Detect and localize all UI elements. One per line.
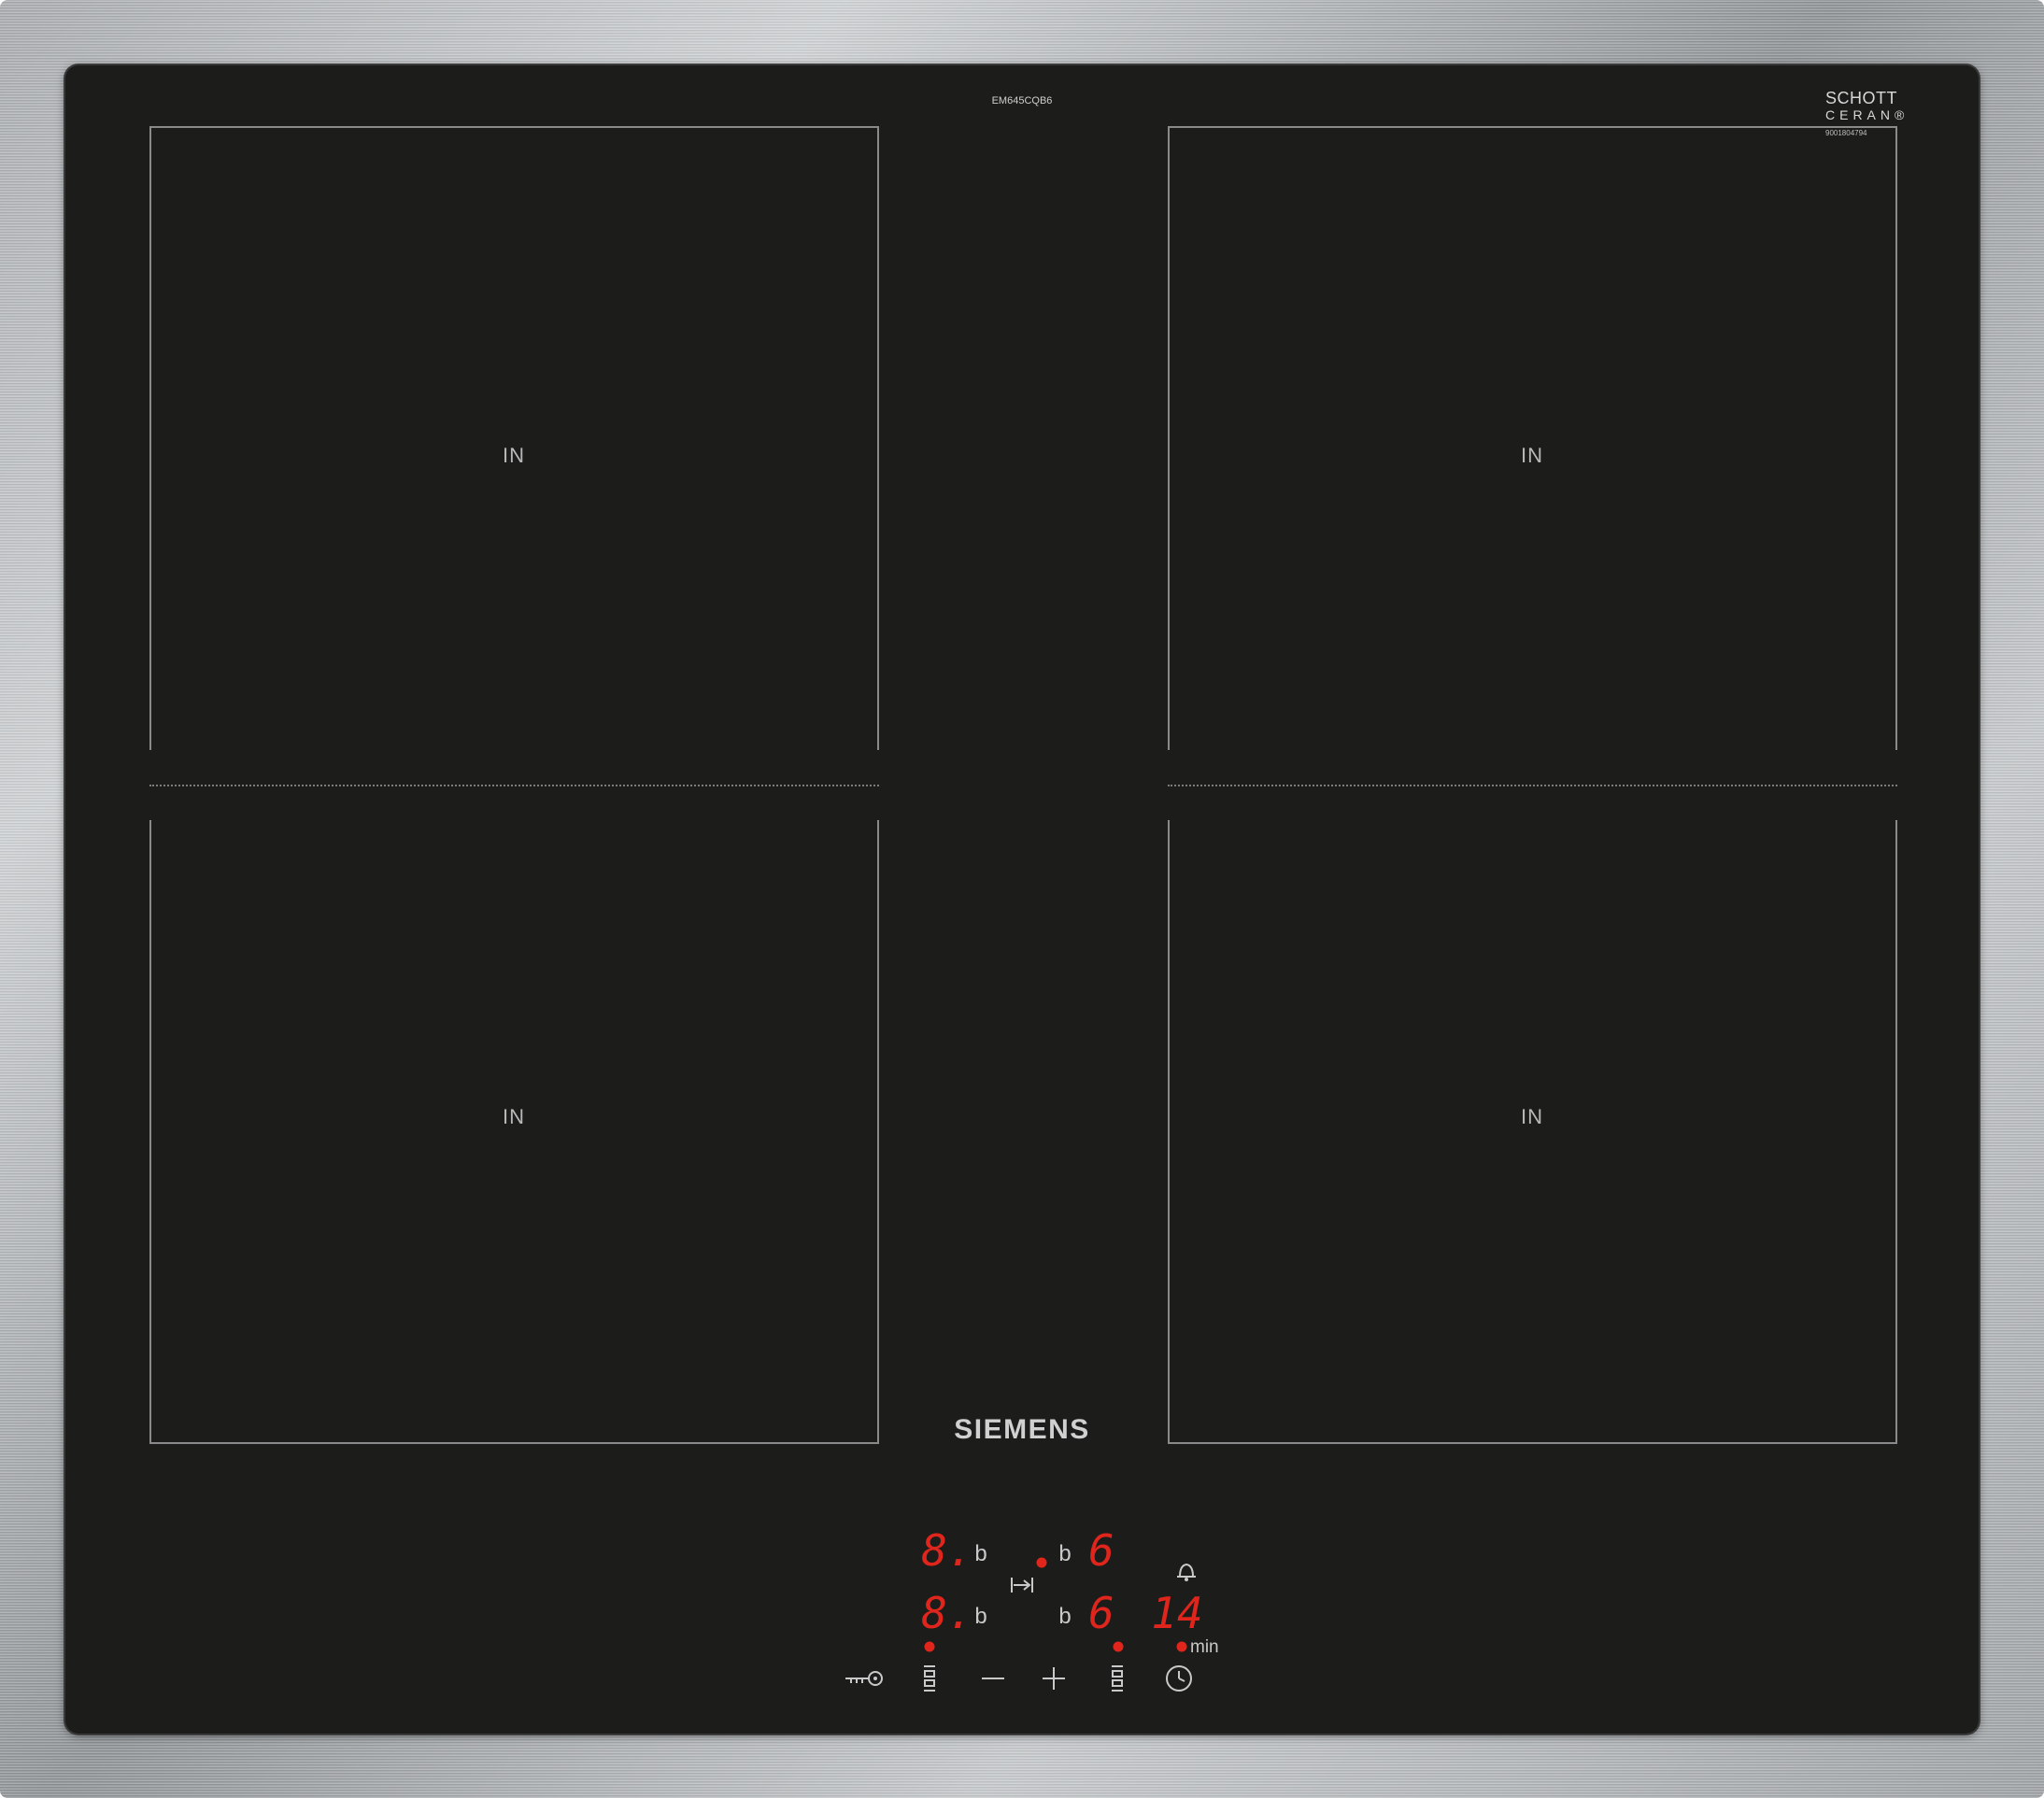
flex-zone-divider-right <box>1168 785 1897 786</box>
zone-label-front-right: IN <box>1521 1105 1543 1128</box>
stainless-steel-frame: EM645CQB6 SCHOTT CERAN® 9001804794 IN IN… <box>0 0 2044 1798</box>
zone-label-front-left: IN <box>503 1105 525 1128</box>
zone-select-left-icon[interactable] <box>922 1664 937 1692</box>
schott-logo-line2: CERAN® <box>1825 107 1909 122</box>
left-rear-power-display: 8. <box>921 1525 973 1576</box>
flex-zone-led <box>1036 1557 1047 1568</box>
ceramic-glass-cooktop: EM645CQB6 SCHOTT CERAN® 9001804794 IN IN… <box>65 65 1979 1734</box>
left-select-led <box>924 1641 935 1652</box>
right-front-power-display: 6 <box>1088 1588 1114 1638</box>
right-rear-boost-indicator: b <box>1058 1541 1072 1566</box>
brand-logo: SIEMENS <box>954 1414 1090 1445</box>
right-front-boost-indicator: b <box>1058 1604 1072 1629</box>
timer-display: 14 <box>1151 1588 1203 1638</box>
flex-zone-divider-left <box>149 785 879 786</box>
plus-icon[interactable] <box>1041 1665 1067 1692</box>
zone-label-rear-right: IN <box>1521 444 1543 467</box>
timer-clock-icon[interactable] <box>1164 1664 1194 1693</box>
timer-unit-label: min <box>1190 1637 1219 1657</box>
left-rear-boost-indicator: b <box>974 1541 987 1566</box>
right-select-led <box>1113 1641 1124 1652</box>
zone-label-rear-left: IN <box>503 444 525 467</box>
left-front-boost-indicator: b <box>974 1604 987 1629</box>
right-rear-power-display: 6 <box>1088 1525 1114 1576</box>
zone-select-right-icon[interactable] <box>1110 1664 1125 1692</box>
model-number: EM645CQB6 <box>991 95 1053 106</box>
cooking-zone-front-right[interactable] <box>1168 820 1897 1444</box>
cooking-zone-rear-right[interactable] <box>1168 126 1897 750</box>
cooking-zone-front-left[interactable] <box>149 820 879 1444</box>
key-lock-icon[interactable] <box>844 1667 887 1690</box>
timer-led <box>1176 1641 1187 1652</box>
schott-logo-line1: SCHOTT <box>1825 89 1897 107</box>
left-front-power-display: 8. <box>921 1588 973 1638</box>
cooking-zone-rear-left[interactable] <box>149 126 879 750</box>
minus-icon[interactable] <box>980 1676 1006 1681</box>
flex-zone-icon[interactable] <box>1008 1574 1036 1596</box>
bell-icon <box>1177 1563 1196 1581</box>
